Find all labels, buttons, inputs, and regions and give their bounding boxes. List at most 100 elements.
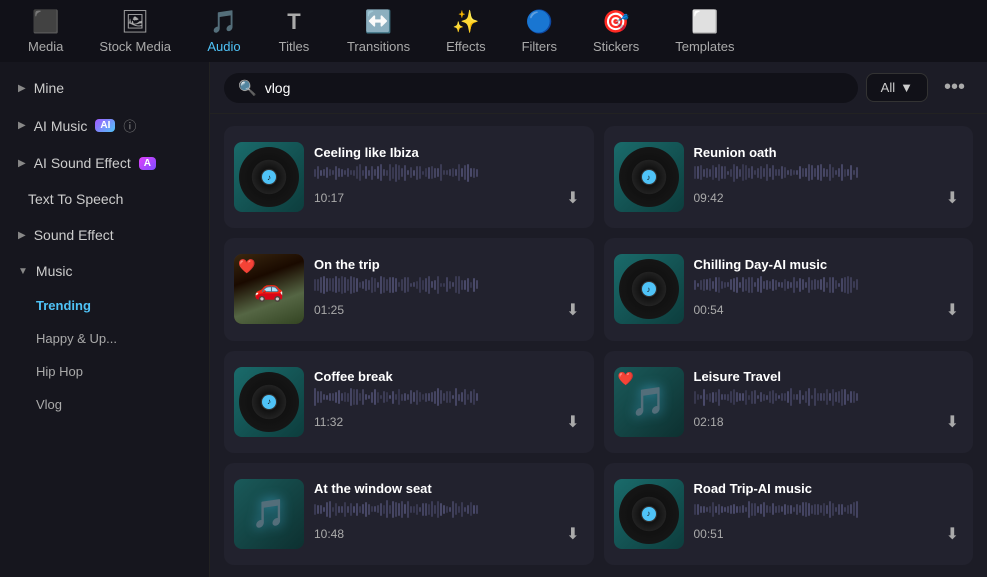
nav-item-templates[interactable]: ⬜ Templates: [657, 3, 752, 60]
sidebar-item-sound-effect[interactable]: ▶ Sound Effect: [0, 217, 209, 253]
music-thumb-chilling-day: ♪: [614, 254, 684, 324]
sidebar-subitem-hip-hop[interactable]: Hip Hop: [0, 355, 209, 388]
download-leisure-travel[interactable]: ⬇: [942, 410, 963, 434]
waveform-leisure-travel: [694, 388, 964, 406]
nav-item-transitions[interactable]: ↔️ Transitions: [329, 3, 428, 60]
music-card-on-the-trip[interactable]: ❤️ 🚗 On the trip 01:25 ⬇: [224, 238, 594, 340]
sidebar-label-music: Music: [36, 263, 73, 279]
nav-item-stock-media[interactable]: 🖼 Stock Media: [81, 3, 189, 60]
more-icon: •••: [944, 76, 965, 98]
templates-icon: ⬜: [691, 9, 718, 35]
nav-label-titles: Titles: [279, 39, 310, 54]
nav-item-effects[interactable]: ✨ Effects: [428, 3, 504, 60]
vinyl-note-icon4: ♪: [267, 397, 271, 406]
search-input[interactable]: [265, 80, 844, 96]
waveform-window-seat: [314, 500, 584, 518]
music-card-leisure-travel[interactable]: ❤️ 🎵 Leisure Travel 02:18 ⬇: [604, 351, 974, 453]
media-icon: ⬛: [32, 9, 59, 35]
nav-label-stickers: Stickers: [593, 39, 639, 54]
music-title-on-the-trip: On the trip: [314, 257, 584, 272]
mine-arrow-icon: ▶: [18, 83, 26, 94]
filter-label: All: [881, 80, 895, 95]
music-title-ceeling-ibiza: Ceeling like Ibiza: [314, 145, 584, 160]
filter-chevron-icon: ▼: [900, 80, 913, 95]
ai-music-info-icon: ⓘ: [123, 116, 136, 135]
sidebar-item-text-to-speech[interactable]: Text To Speech: [0, 181, 209, 217]
nav-item-media[interactable]: ⬛ Media: [10, 3, 81, 60]
music-card-chilling-day[interactable]: ♪ Chilling Day-AI music 00:54 ⬇: [604, 238, 974, 340]
subitem-label-vlog: Vlog: [36, 397, 62, 412]
sidebar-label-sound-effect: Sound Effect: [34, 227, 114, 243]
vinyl-note-icon2: ♪: [647, 173, 651, 182]
download-on-the-trip[interactable]: ⬇: [562, 298, 583, 322]
music-title-chilling-day: Chilling Day-AI music: [694, 257, 964, 272]
sidebar-subitem-vlog[interactable]: Vlog: [0, 388, 209, 421]
music-title-window-seat: At the window seat: [314, 481, 584, 496]
download-window-seat[interactable]: ⬇: [562, 522, 583, 546]
music-info-on-the-trip: On the trip 01:25 ⬇: [314, 257, 584, 322]
duration-reunion-oath: 09:42: [694, 191, 724, 205]
duration-row-chilling-day: 00:54 ⬇: [694, 298, 964, 322]
vinyl-note-icon: ♪: [267, 173, 271, 182]
nav-label-templates: Templates: [675, 39, 734, 54]
music-thumb-leisure-travel: ❤️ 🎵: [614, 367, 684, 437]
sidebar: ▶ Mine ▶ AI Music AI ⓘ ▶ AI Sound Effect…: [0, 62, 210, 577]
music-card-window-seat[interactable]: 🎵 At the window seat 10:48 ⬇: [224, 463, 594, 565]
sidebar-item-ai-music[interactable]: ▶ AI Music AI ⓘ: [0, 106, 209, 145]
waveform-ceeling-ibiza: [314, 164, 584, 182]
music-card-ceeling-ibiza[interactable]: ♪ Ceeling like Ibiza 10:17 ⬇: [224, 126, 594, 228]
nav-item-audio[interactable]: 🎵 Audio: [189, 3, 259, 60]
sidebar-subitem-trending[interactable]: Trending: [0, 289, 209, 322]
sidebar-item-music[interactable]: ▼ Music: [0, 253, 209, 289]
music-thumb-ceeling-ibiza: ♪: [234, 142, 304, 212]
nav-item-titles[interactable]: T Titles: [259, 3, 329, 60]
vinyl-reunion-oath: ♪: [619, 147, 679, 207]
sidebar-subitem-happy-up[interactable]: Happy & Up...: [0, 322, 209, 355]
duration-row-reunion-oath: 09:42 ⬇: [694, 186, 964, 210]
music-info-road-trip: Road Trip-AI music 00:51 ⬇: [694, 481, 964, 546]
nav-label-effects: Effects: [446, 39, 486, 54]
duration-window-seat: 10:48: [314, 527, 344, 541]
nav-item-stickers[interactable]: 🎯 Stickers: [575, 3, 657, 60]
vinyl-note-icon3: ♪: [647, 285, 651, 294]
download-ceeling-ibiza[interactable]: ⬇: [562, 186, 583, 210]
nav-label-transitions: Transitions: [347, 39, 410, 54]
sidebar-item-mine[interactable]: ▶ Mine: [0, 70, 209, 106]
download-chilling-day[interactable]: ⬇: [942, 298, 963, 322]
waveform-reunion-oath: [694, 164, 964, 182]
subitem-label-hip-hop: Hip Hop: [36, 364, 83, 379]
search-input-wrap[interactable]: 🔍: [224, 73, 858, 103]
duration-row-window-seat: 10:48 ⬇: [314, 522, 584, 546]
vinyl-center2: ♪: [642, 170, 656, 184]
music-info-chilling-day: Chilling Day-AI music 00:54 ⬇: [694, 257, 964, 322]
waveform-chilling-day: [694, 276, 964, 294]
ai-sound-badge: A: [139, 157, 156, 170]
music-info-reunion-oath: Reunion oath 09:42 ⬇: [694, 145, 964, 210]
vinyl-note-icon5: ♪: [647, 509, 651, 518]
more-options-button[interactable]: •••: [936, 72, 973, 103]
filters-icon: 🔵: [526, 9, 553, 35]
sidebar-item-ai-sound-effect[interactable]: ▶ AI Sound Effect A: [0, 145, 209, 181]
music-thumb-road-trip: ♪: [614, 479, 684, 549]
vinyl-coffee-break: ♪: [239, 372, 299, 432]
duration-row-road-trip: 00:51 ⬇: [694, 522, 964, 546]
nav-label-media: Media: [28, 39, 63, 54]
music-card-reunion-oath[interactable]: ♪ Reunion oath 09:42 ⬇: [604, 126, 974, 228]
filter-button[interactable]: All ▼: [866, 73, 928, 102]
sidebar-label-ai-sound-effect: AI Sound Effect: [34, 155, 131, 171]
duration-row-leisure-travel: 02:18 ⬇: [694, 410, 964, 434]
music-card-road-trip[interactable]: ♪ Road Trip-AI music 00:51 ⬇: [604, 463, 974, 565]
titles-icon: T: [287, 9, 300, 35]
music-card-coffee-break[interactable]: ♪ Coffee break 11:32 ⬇: [224, 351, 594, 453]
nav-item-filters[interactable]: 🔵 Filters: [504, 3, 575, 60]
vinyl-center3: ♪: [642, 282, 656, 296]
duration-row-on-the-trip: 01:25 ⬇: [314, 298, 584, 322]
vinyl-road-trip: ♪: [619, 484, 679, 544]
download-reunion-oath[interactable]: ⬇: [942, 186, 963, 210]
download-road-trip[interactable]: ⬇: [942, 522, 963, 546]
stock-media-icon: 🖼: [121, 9, 149, 35]
ai-sound-arrow-icon: ▶: [18, 158, 26, 169]
music-subitems: Trending Happy & Up... Hip Hop Vlog: [0, 289, 209, 421]
main-content: ▶ Mine ▶ AI Music AI ⓘ ▶ AI Sound Effect…: [0, 62, 987, 577]
download-coffee-break[interactable]: ⬇: [562, 410, 583, 434]
